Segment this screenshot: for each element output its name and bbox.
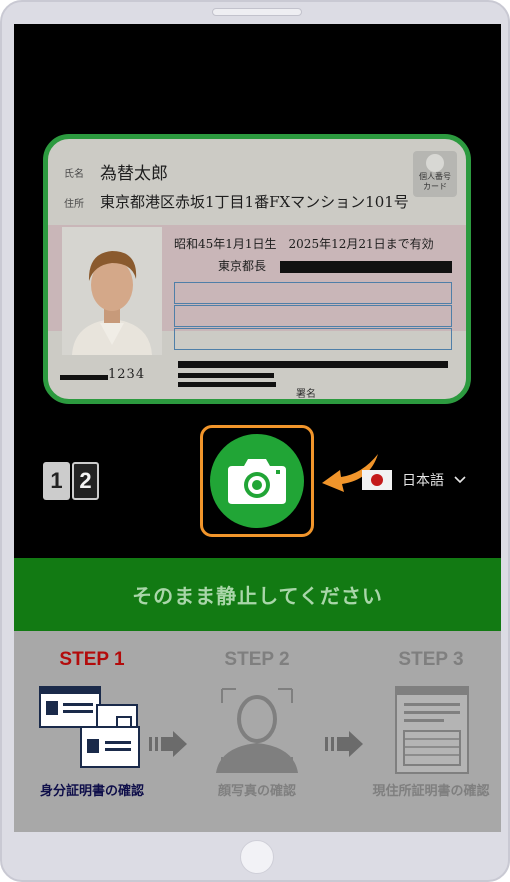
redacted-bar [280, 261, 452, 273]
camera-screen: 氏名 為替太郎 住所 東京都港区赤坂1丁目1番FXマンション101号 個人番号 … [14, 24, 501, 832]
issuer: 東京都長 [218, 259, 267, 273]
person-photo-icon [62, 227, 162, 355]
birth-and-expiry: 昭和45年1月1日生 2025年12月21日まで有効 [174, 237, 434, 251]
card-number: 1234 [108, 367, 146, 382]
step-3: STEP 3 現住所証明書の確認 [356, 631, 501, 803]
mark-line-2: カード [423, 182, 447, 191]
japan-flag-icon [362, 470, 392, 490]
signature-label: 署名 [296, 389, 316, 400]
address-label: 住所 [64, 199, 84, 210]
step-2-label: 顔写真の確認 [217, 784, 296, 799]
capture-button[interactable] [210, 434, 304, 528]
instruction-text: そのまま静止してください [132, 584, 383, 608]
home-button[interactable] [240, 840, 274, 874]
side-1-button[interactable]: 1 [43, 462, 70, 500]
redacted-bar [178, 361, 448, 368]
side-2-button[interactable]: 2 [72, 462, 99, 500]
mascot-icon [426, 154, 444, 172]
step-2: STEP 2 顔写真の確認 [182, 631, 332, 803]
detail-box [174, 282, 452, 304]
redacted-bar [178, 382, 276, 387]
card-address: 東京都港区赤坂1丁目1番FXマンション101号 [100, 193, 409, 211]
detail-box [174, 305, 452, 327]
redacted-bar [60, 375, 108, 380]
face-scan-icon [202, 685, 312, 775]
camera-icon [228, 459, 286, 504]
chevron-down-icon [454, 473, 466, 488]
id-card-preview: 氏名 為替太郎 住所 東京都港区赤坂1丁目1番FXマンション101号 個人番号 … [43, 134, 471, 404]
redacted-bar [178, 373, 274, 378]
step-1-label: 身分証明書の確認 [39, 784, 144, 799]
step-1: STEP 1 身分証明書の確認 [17, 631, 167, 803]
card-name: 為替太郎 [100, 164, 168, 184]
name-label: 氏名 [64, 169, 84, 180]
mark-line-1: 個人番号 [419, 172, 451, 181]
language-selector[interactable]: 日本語 [362, 470, 466, 490]
phone-speaker [212, 8, 302, 16]
side-toggle[interactable]: 1 2 [43, 462, 99, 500]
step-3-title: STEP 3 [398, 649, 464, 670]
individual-number-mark: 個人番号 カード [413, 151, 457, 197]
step-1-title: STEP 1 [59, 649, 125, 670]
step-indicator: STEP 1 身分証明書の確認 STEP 2 顔写真の確認 STEP 3 現住所… [14, 631, 501, 832]
id-cards-icon [37, 685, 147, 775]
instruction-banner: そのまま静止してください [14, 558, 501, 631]
document-icon [376, 685, 486, 775]
detail-box [174, 328, 452, 350]
step-2-title: STEP 2 [224, 649, 290, 670]
phone-frame: 氏名 為替太郎 住所 東京都港区赤坂1丁目1番FXマンション101号 個人番号 … [0, 0, 510, 882]
step-3-label: 現住所証明書の確認 [372, 784, 490, 799]
card-photo [62, 227, 162, 355]
language-label: 日本語 [402, 473, 444, 489]
card-detail-boxes [174, 282, 452, 351]
